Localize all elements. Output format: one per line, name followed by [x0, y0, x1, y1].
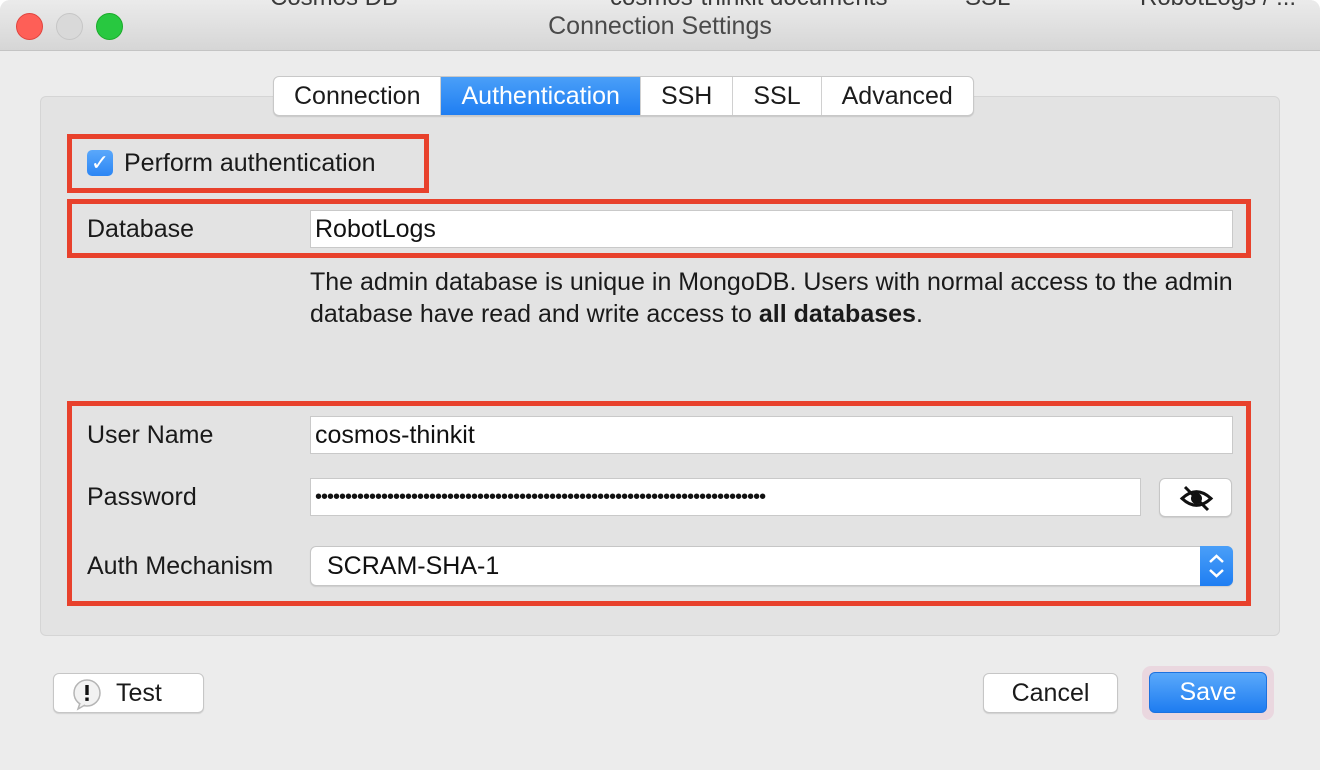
connection-settings-window: Cosmos DB cosmos-thinkit documents SSL R…: [0, 0, 1320, 770]
settings-tab-bar: Connection Authentication SSH SSL Advanc…: [273, 76, 974, 116]
title-bar: Cosmos DB cosmos-thinkit documents SSL R…: [0, 0, 1320, 51]
help-text-bold: all databases: [758, 300, 916, 328]
background-tab: Cosmos DB: [270, 0, 398, 12]
tab-ssh[interactable]: SSH: [641, 77, 734, 115]
test-button-label: Test: [116, 679, 162, 707]
tab-connection[interactable]: Connection: [274, 77, 442, 115]
eye-slash-icon: [1179, 485, 1214, 512]
tab-ssl[interactable]: SSL: [733, 77, 822, 115]
perform-authentication-checkbox[interactable]: ✓: [87, 150, 113, 176]
test-button[interactable]: Test: [53, 673, 204, 713]
background-tab: RobotLogs / ...: [1140, 0, 1296, 12]
background-tab: cosmos-thinkit documents: [610, 0, 887, 12]
background-window-tabs: Cosmos DB cosmos-thinkit documents SSL R…: [0, 0, 1320, 12]
chevron-updown-icon: [1200, 546, 1233, 586]
database-label: Database: [87, 215, 195, 243]
auth-mechanism-select[interactable]: SCRAM-SHA-1: [310, 546, 1233, 586]
database-help-text: The admin database is unique in MongoDB.…: [310, 266, 1250, 330]
username-label: User Name: [87, 421, 214, 449]
warning-bubble-icon: [73, 679, 101, 711]
toggle-password-visibility-button[interactable]: [1159, 478, 1232, 517]
username-input[interactable]: cosmos-thinkit: [310, 416, 1233, 454]
password-label: Password: [87, 483, 197, 511]
save-button[interactable]: Save: [1149, 672, 1267, 713]
window-title: Connection Settings: [548, 12, 772, 40]
perform-authentication-label[interactable]: Perform authentication: [124, 149, 376, 178]
auth-mechanism-label: Auth Mechanism: [87, 552, 274, 580]
cancel-button[interactable]: Cancel: [983, 673, 1118, 713]
help-text-end: .: [915, 300, 923, 328]
checkmark-icon: ✓: [90, 150, 110, 175]
auth-mechanism-value: SCRAM-SHA-1: [327, 552, 500, 580]
tab-advanced[interactable]: Advanced: [822, 77, 973, 115]
password-input[interactable]: ••••••••••••••••••••••••••••••••••••••••…: [310, 478, 1141, 516]
database-input[interactable]: RobotLogs: [310, 210, 1233, 248]
tab-authentication[interactable]: Authentication: [441, 77, 641, 115]
background-tab: SSL: [965, 0, 1010, 12]
